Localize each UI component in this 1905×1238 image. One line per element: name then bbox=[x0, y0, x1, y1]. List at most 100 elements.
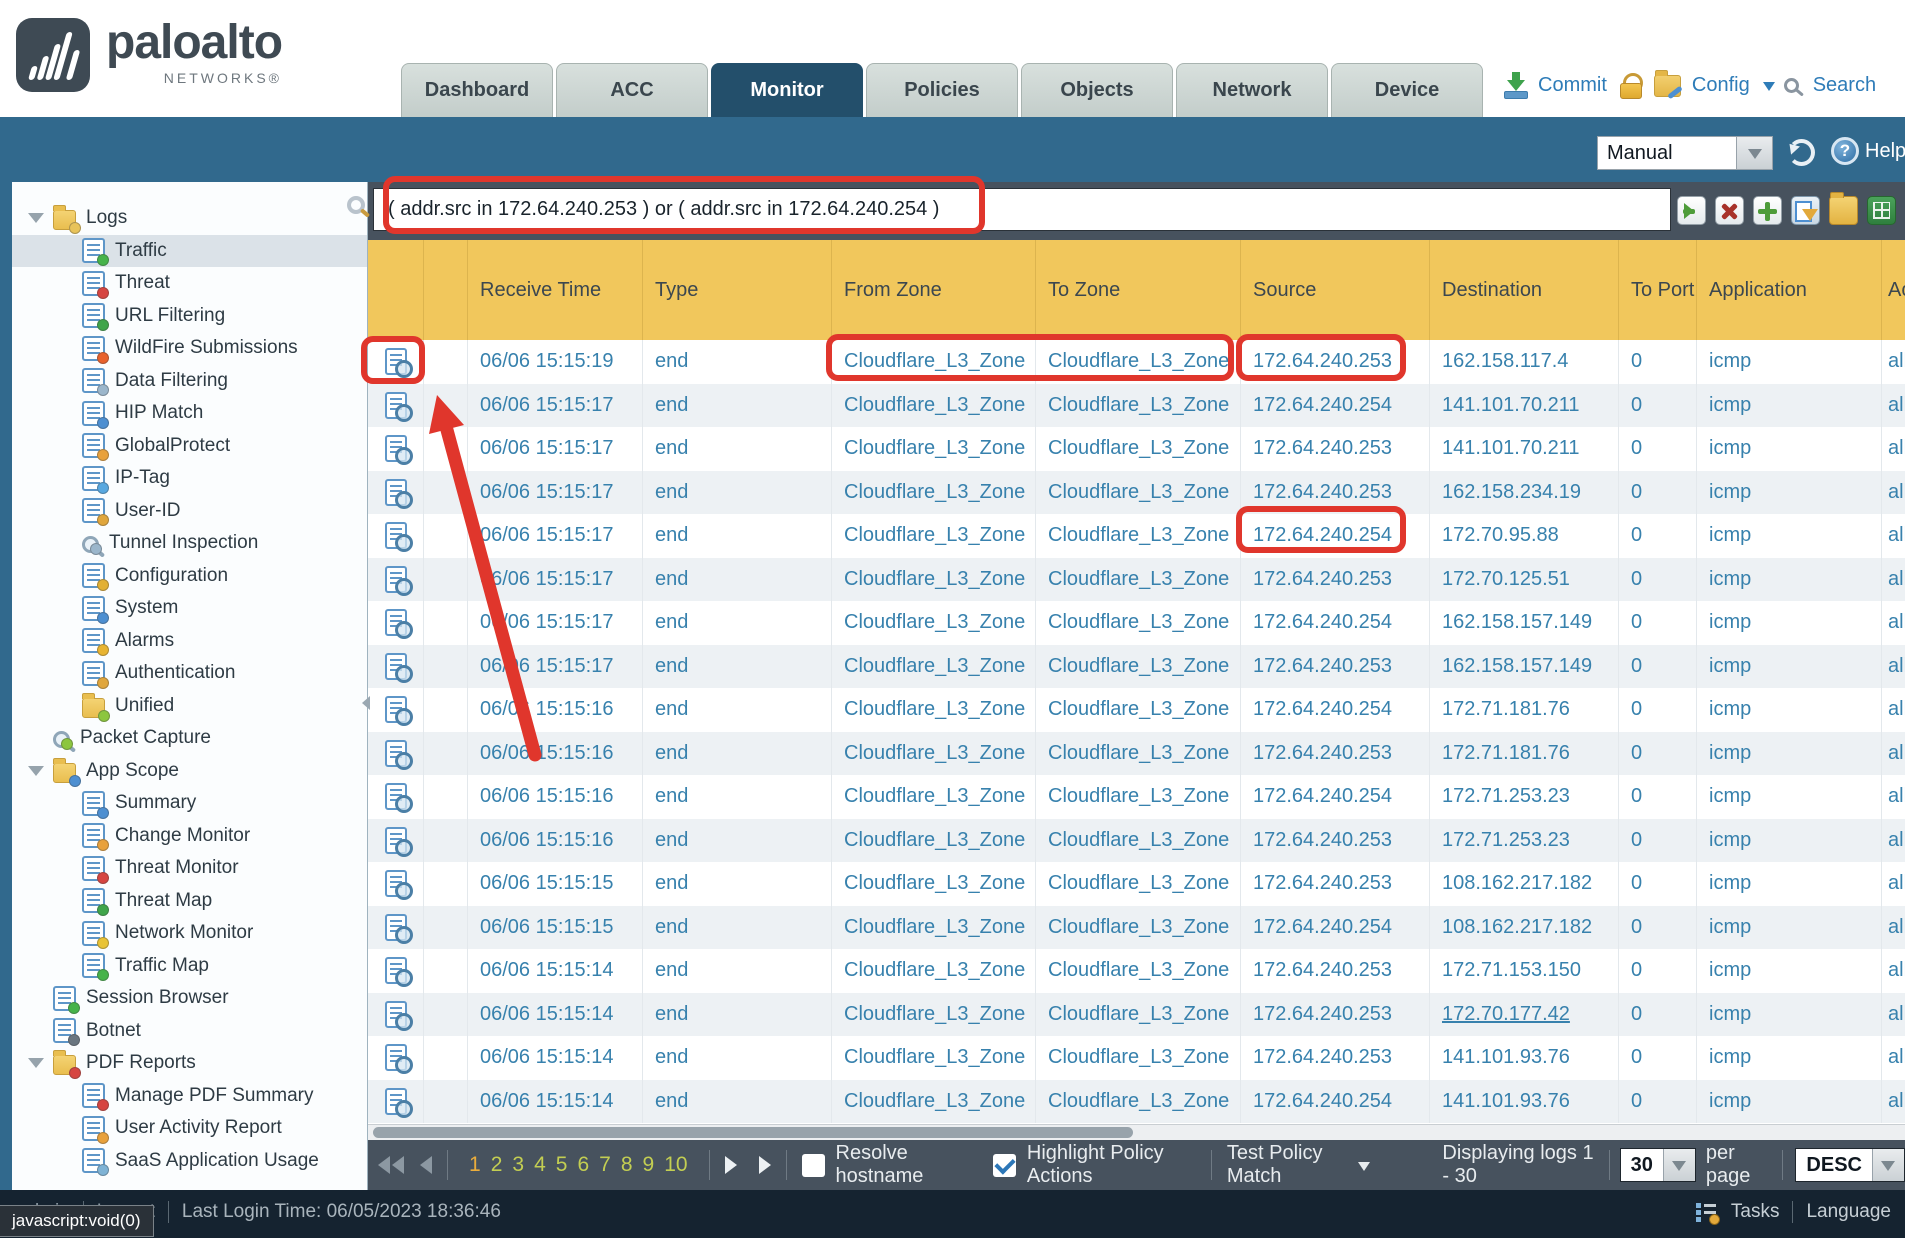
receive-time-cell[interactable]: 06/06 15:15:17 bbox=[468, 601, 643, 645]
from-zone-cell[interactable]: Cloudflare_L3_Zone bbox=[832, 514, 1036, 558]
column-header-source[interactable]: Source bbox=[1241, 240, 1430, 340]
page-number-1[interactable]: 1 bbox=[465, 1153, 485, 1177]
log-detail-icon[interactable] bbox=[385, 479, 407, 506]
action-cell[interactable]: allow bbox=[1882, 1080, 1905, 1124]
from-zone-cell[interactable]: Cloudflare_L3_Zone bbox=[832, 732, 1036, 776]
clear-filter-icon[interactable] bbox=[1715, 196, 1744, 225]
config-dropdown-caret-icon[interactable] bbox=[1763, 82, 1775, 97]
to-port-cell[interactable]: 0 bbox=[1619, 1080, 1697, 1124]
action-cell[interactable]: allow bbox=[1882, 471, 1905, 515]
sidebar-item-packet-capture[interactable]: Packet Capture bbox=[12, 722, 367, 755]
log-detail-icon[interactable] bbox=[385, 653, 407, 680]
type-cell[interactable]: end bbox=[643, 688, 832, 732]
sidebar-item-threat-monitor[interactable]: Threat Monitor bbox=[12, 852, 367, 885]
resolve-hostname-checkbox[interactable] bbox=[802, 1154, 825, 1177]
from-zone-cell[interactable]: Cloudflare_L3_Zone bbox=[832, 819, 1036, 863]
type-cell[interactable]: end bbox=[643, 1036, 832, 1080]
column-header-destination[interactable]: Destination bbox=[1430, 240, 1619, 340]
column-header-from-zone[interactable]: From Zone bbox=[832, 240, 1036, 340]
to-zone-cell[interactable]: Cloudflare_L3_Zone bbox=[1036, 906, 1241, 950]
log-detail-icon[interactable] bbox=[385, 392, 407, 419]
log-detail-icon[interactable] bbox=[385, 522, 407, 549]
from-zone-cell[interactable]: Cloudflare_L3_Zone bbox=[832, 427, 1036, 471]
destination-cell[interactable]: 108.162.217.182 bbox=[1430, 862, 1619, 906]
destination-cell[interactable]: 172.71.181.76 bbox=[1430, 688, 1619, 732]
column-header-action[interactable]: Action bbox=[1882, 240, 1905, 340]
type-cell[interactable]: end bbox=[643, 862, 832, 906]
sidebar-item-unified[interactable]: Unified bbox=[12, 690, 367, 723]
to-zone-cell[interactable]: Cloudflare_L3_Zone bbox=[1036, 601, 1241, 645]
scrollbar-thumb[interactable] bbox=[373, 1127, 1133, 1138]
to-port-cell[interactable]: 0 bbox=[1619, 514, 1697, 558]
source-cell[interactable]: 172.64.240.254 bbox=[1241, 906, 1430, 950]
sidebar-item-threat[interactable]: Threat bbox=[12, 267, 367, 300]
action-cell[interactable]: allow bbox=[1882, 906, 1905, 950]
application-cell[interactable]: icmp bbox=[1697, 732, 1882, 776]
to-port-cell[interactable]: 0 bbox=[1619, 949, 1697, 993]
source-cell[interactable]: 172.64.240.253 bbox=[1241, 471, 1430, 515]
to-zone-cell[interactable]: Cloudflare_L3_Zone bbox=[1036, 993, 1241, 1037]
destination-cell[interactable]: 108.162.217.182 bbox=[1430, 906, 1619, 950]
sidebar-item-network-monitor[interactable]: Network Monitor bbox=[12, 917, 367, 950]
tab-objects[interactable]: Objects bbox=[1021, 63, 1173, 117]
source-cell[interactable]: 172.64.240.253 bbox=[1241, 732, 1430, 776]
action-cell[interactable]: allow bbox=[1882, 601, 1905, 645]
source-cell[interactable]: 172.64.240.253 bbox=[1241, 819, 1430, 863]
receive-time-cell[interactable]: 06/06 15:15:14 bbox=[468, 1080, 643, 1124]
application-cell[interactable]: icmp bbox=[1697, 819, 1882, 863]
tab-device[interactable]: Device bbox=[1331, 63, 1483, 117]
source-cell[interactable]: 172.64.240.254 bbox=[1241, 514, 1430, 558]
to-zone-cell[interactable]: Cloudflare_L3_Zone bbox=[1036, 775, 1241, 819]
source-cell[interactable]: 172.64.240.253 bbox=[1241, 949, 1430, 993]
page-number-5[interactable]: 5 bbox=[552, 1153, 572, 1177]
action-cell[interactable]: allow bbox=[1882, 427, 1905, 471]
save-filter-icon[interactable] bbox=[1791, 196, 1820, 225]
from-zone-cell[interactable]: Cloudflare_L3_Zone bbox=[832, 384, 1036, 428]
action-cell[interactable]: allow bbox=[1882, 340, 1905, 384]
to-port-cell[interactable]: 0 bbox=[1619, 862, 1697, 906]
to-port-cell[interactable]: 0 bbox=[1619, 601, 1697, 645]
help-icon[interactable] bbox=[1831, 137, 1859, 165]
log-detail-icon[interactable] bbox=[385, 827, 407, 854]
application-cell[interactable]: icmp bbox=[1697, 949, 1882, 993]
sidebar-item-change-monitor[interactable]: Change Monitor bbox=[12, 820, 367, 853]
sidebar-item-summary[interactable]: Summary bbox=[12, 787, 367, 820]
expand-triangle-icon[interactable] bbox=[28, 213, 44, 223]
page-number-9[interactable]: 9 bbox=[639, 1153, 659, 1177]
application-cell[interactable]: icmp bbox=[1697, 645, 1882, 689]
log-detail-icon[interactable] bbox=[385, 870, 407, 897]
tab-policies[interactable]: Policies bbox=[866, 63, 1018, 117]
page-number-3[interactable]: 3 bbox=[508, 1153, 528, 1177]
source-cell[interactable]: 172.64.240.253 bbox=[1241, 1036, 1430, 1080]
log-detail-icon[interactable] bbox=[385, 435, 407, 462]
log-detail-icon[interactable] bbox=[385, 1044, 407, 1071]
type-cell[interactable]: end bbox=[643, 819, 832, 863]
source-cell[interactable]: 172.64.240.254 bbox=[1241, 688, 1430, 732]
to-zone-cell[interactable]: Cloudflare_L3_Zone bbox=[1036, 819, 1241, 863]
to-zone-cell[interactable]: Cloudflare_L3_Zone bbox=[1036, 732, 1241, 776]
sidebar-item-configuration[interactable]: Configuration bbox=[12, 560, 367, 593]
source-cell[interactable]: 172.64.240.254 bbox=[1241, 601, 1430, 645]
receive-time-cell[interactable]: 06/06 15:15:17 bbox=[468, 471, 643, 515]
action-cell[interactable]: allow bbox=[1882, 732, 1905, 776]
tab-network[interactable]: Network bbox=[1176, 63, 1328, 117]
sidebar-item-traffic-map[interactable]: Traffic Map bbox=[12, 950, 367, 983]
to-port-cell[interactable]: 0 bbox=[1619, 340, 1697, 384]
expand-triangle-icon[interactable] bbox=[28, 766, 44, 776]
page-number-7[interactable]: 7 bbox=[595, 1153, 615, 1177]
source-cell[interactable]: 172.64.240.253 bbox=[1241, 340, 1430, 384]
type-cell[interactable]: end bbox=[643, 514, 832, 558]
search-button[interactable]: Search bbox=[1813, 74, 1876, 97]
to-zone-cell[interactable]: Cloudflare_L3_Zone bbox=[1036, 862, 1241, 906]
sidebar-item-app-scope[interactable]: App Scope bbox=[12, 755, 367, 788]
sidebar-item-system[interactable]: System bbox=[12, 592, 367, 625]
expand-triangle-icon[interactable] bbox=[28, 1058, 44, 1068]
receive-time-cell[interactable]: 06/06 15:15:16 bbox=[468, 819, 643, 863]
destination-cell[interactable]: 172.70.95.88 bbox=[1430, 514, 1619, 558]
receive-time-cell[interactable]: 06/06 15:15:17 bbox=[468, 558, 643, 602]
lock-icon[interactable] bbox=[1620, 73, 1641, 99]
from-zone-cell[interactable]: Cloudflare_L3_Zone bbox=[832, 340, 1036, 384]
from-zone-cell[interactable]: Cloudflare_L3_Zone bbox=[832, 775, 1036, 819]
load-filter-icon[interactable] bbox=[1829, 196, 1858, 225]
sidebar-item-tunnel-inspection[interactable]: Tunnel Inspection bbox=[12, 527, 367, 560]
